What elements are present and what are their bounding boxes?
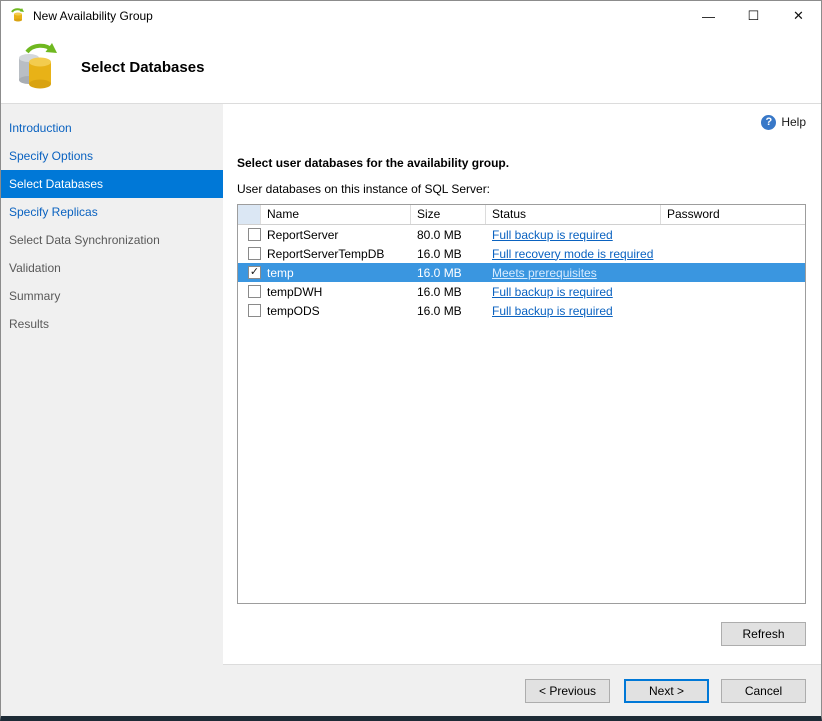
table-row[interactable]: ReportServerTempDB 16.0 MB Full recovery… — [238, 244, 805, 263]
help-icon[interactable]: ? — [761, 115, 776, 130]
table-row[interactable]: tempODS 16.0 MB Full backup is required — [238, 301, 805, 320]
window-title: New Availability Group — [33, 9, 153, 23]
refresh-button[interactable]: Refresh — [721, 622, 806, 646]
row-checkbox[interactable] — [248, 304, 261, 317]
row-checkbox[interactable] — [248, 247, 261, 260]
wizard-steps-sidebar: Introduction Specify Options Select Data… — [1, 104, 223, 716]
column-header-name[interactable]: Name — [261, 205, 411, 224]
maximize-button[interactable]: ☐ — [731, 1, 776, 31]
db-size: 16.0 MB — [411, 285, 486, 299]
status-link[interactable]: Meets prerequisites — [492, 266, 597, 280]
table-header-row: Name Size Status Password — [238, 205, 805, 225]
refresh-row: Refresh — [237, 622, 806, 646]
table-row[interactable]: tempDWH 16.0 MB Full backup is required — [238, 282, 805, 301]
column-header-password[interactable]: Password — [661, 205, 805, 224]
sidebar-item-select-databases[interactable]: Select Databases — [1, 170, 223, 198]
sidebar-item-validation: Validation — [1, 254, 223, 282]
db-name: temp — [261, 266, 411, 280]
table-row[interactable]: ReportServer 80.0 MB Full backup is requ… — [238, 225, 805, 244]
column-header-size[interactable]: Size — [411, 205, 486, 224]
sidebar-item-specify-replicas[interactable]: Specify Replicas — [1, 198, 223, 226]
status-link[interactable]: Full backup is required — [492, 228, 613, 242]
status-link[interactable]: Full recovery mode is required — [492, 247, 653, 261]
window-controls: — ☐ ✕ — [686, 1, 821, 31]
db-name: ReportServerTempDB — [261, 247, 411, 261]
titlebar: New Availability Group — ☐ ✕ — [1, 1, 821, 31]
new-availability-group-window: New Availability Group — ☐ ✕ Select Data… — [0, 0, 822, 721]
main-panel: ? Help Select user databases for the ava… — [223, 104, 821, 716]
status-link[interactable]: Full backup is required — [492, 285, 613, 299]
wizard-footer: < Previous Next > Cancel — [223, 664, 821, 716]
column-header-select[interactable] — [238, 205, 261, 224]
sidebar-item-introduction[interactable]: Introduction — [1, 114, 223, 142]
sidebar-item-results: Results — [1, 310, 223, 338]
cancel-button[interactable]: Cancel — [721, 679, 806, 703]
sidebar-item-summary: Summary — [1, 282, 223, 310]
minimize-button[interactable]: — — [686, 1, 731, 31]
row-checkbox-checked[interactable]: ✓ — [248, 266, 261, 279]
db-name: tempODS — [261, 304, 411, 318]
table-row-selected[interactable]: ✓ temp 16.0 MB Meets prerequisites — [238, 263, 805, 282]
previous-button[interactable]: < Previous — [525, 679, 610, 703]
db-name: tempDWH — [261, 285, 411, 299]
wizard-header: Select Databases — [1, 31, 821, 104]
db-name: ReportServer — [261, 228, 411, 242]
main-content: ? Help Select user databases for the ava… — [223, 104, 821, 664]
instruction-text: Select user databases for the availabili… — [237, 156, 806, 170]
page-title: Select Databases — [81, 59, 204, 76]
db-size: 16.0 MB — [411, 266, 486, 280]
table-label: User databases on this instance of SQL S… — [237, 182, 806, 196]
sidebar-item-select-data-synchronization: Select Data Synchronization — [1, 226, 223, 254]
column-header-status[interactable]: Status — [486, 205, 661, 224]
databases-table: Name Size Status Password ReportServer 8… — [237, 204, 806, 604]
wizard-body: Introduction Specify Options Select Data… — [1, 104, 821, 716]
help-link[interactable]: Help — [781, 115, 806, 129]
help-row: ? Help — [237, 112, 806, 132]
row-checkbox[interactable] — [248, 228, 261, 241]
sidebar-item-specify-options[interactable]: Specify Options — [1, 142, 223, 170]
db-size: 16.0 MB — [411, 247, 486, 261]
db-size: 16.0 MB — [411, 304, 486, 318]
db-size: 80.0 MB — [411, 228, 486, 242]
titlebar-left: New Availability Group — [1, 7, 686, 26]
row-checkbox[interactable] — [248, 285, 261, 298]
status-link[interactable]: Full backup is required — [492, 304, 613, 318]
close-button[interactable]: ✕ — [776, 1, 821, 31]
database-availability-icon — [13, 42, 61, 93]
next-button[interactable]: Next > — [624, 679, 709, 703]
app-icon — [9, 7, 25, 26]
